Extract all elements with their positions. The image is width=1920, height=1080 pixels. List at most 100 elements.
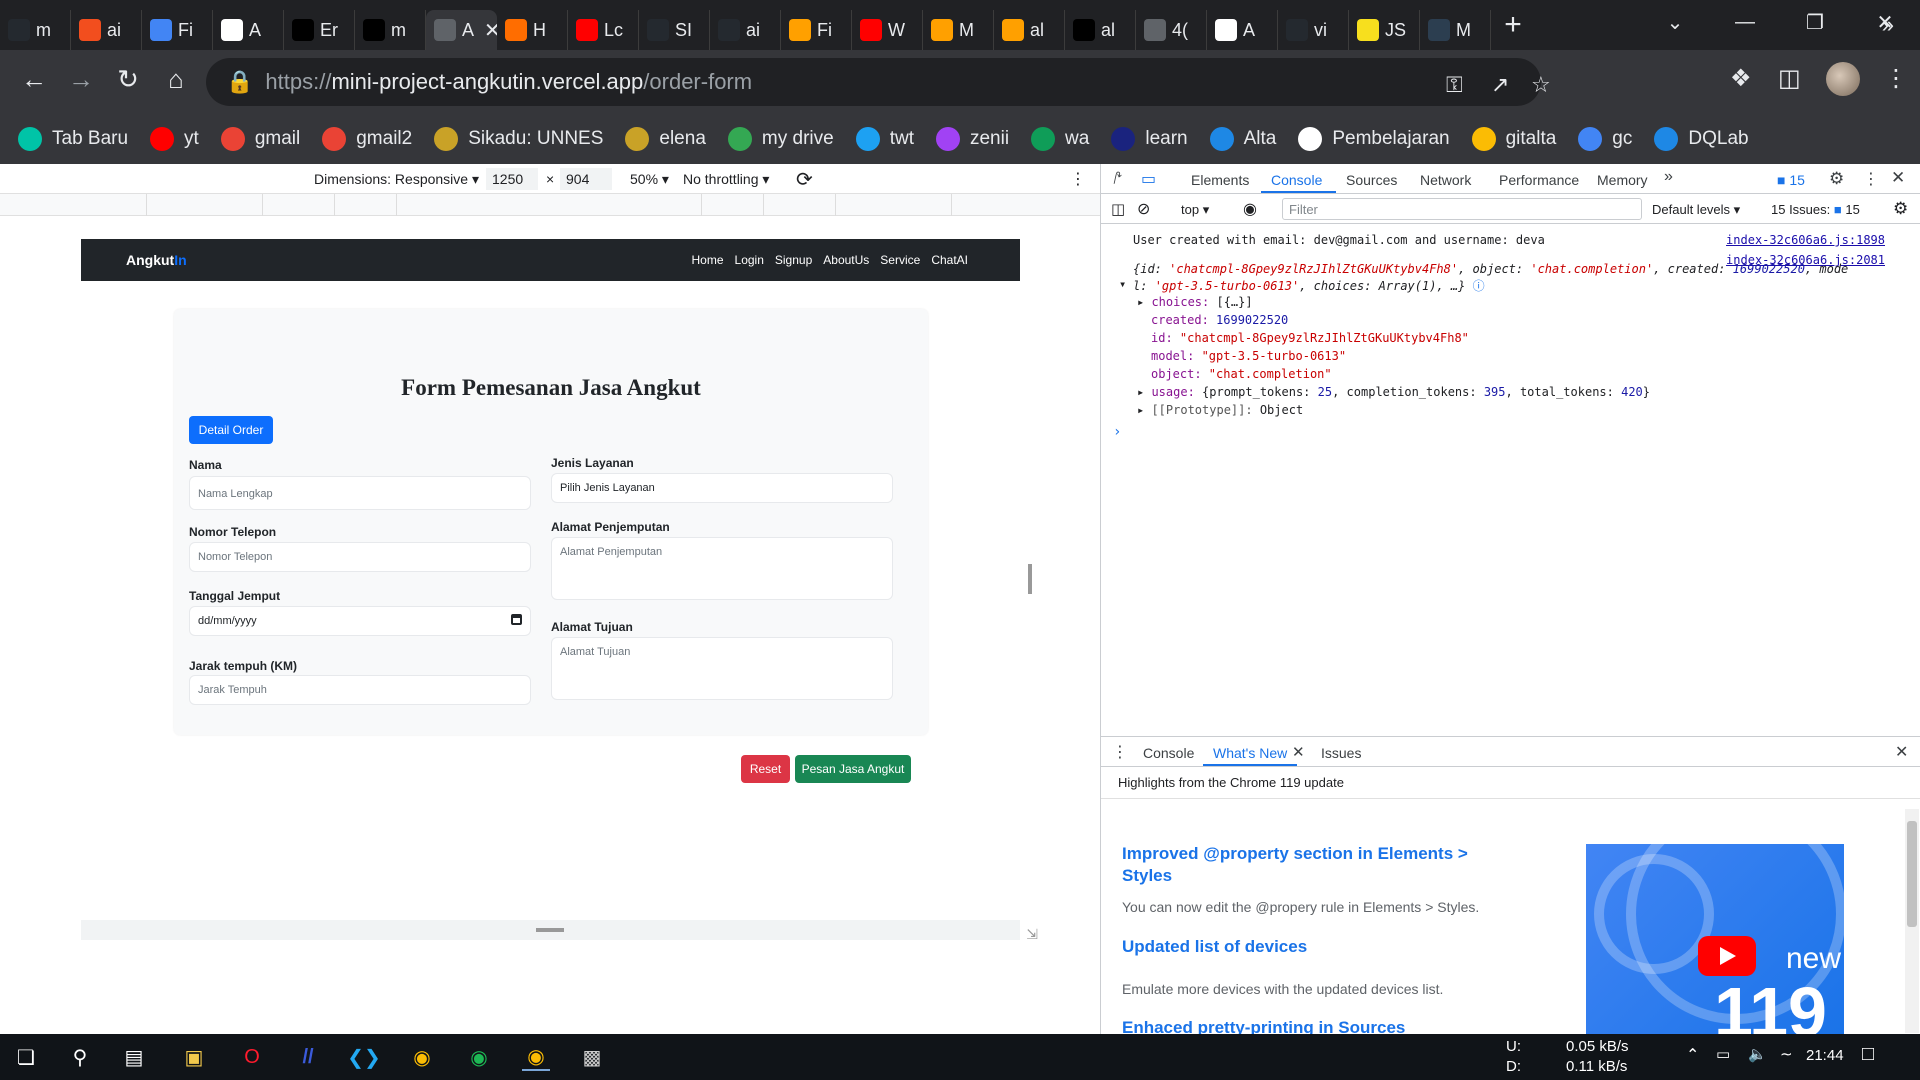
vertical-resize-handle[interactable]: [536, 928, 564, 932]
bookmark-item[interactable]: Pembelajaran: [1298, 127, 1450, 151]
browser-tab[interactable]: 4(: [1136, 10, 1207, 50]
log-levels-select[interactable]: Default levels ▾: [1652, 202, 1740, 218]
nav-link-signup[interactable]: Signup: [775, 253, 812, 267]
reset-button[interactable]: Reset: [741, 755, 790, 783]
zoom-select[interactable]: 50% ▾: [630, 171, 669, 188]
chrome-icon[interactable]: ◉: [408, 1043, 436, 1071]
tab-console[interactable]: Console: [1271, 172, 1322, 188]
avatar[interactable]: [1826, 62, 1860, 96]
browser-tab[interactable]: A: [213, 10, 284, 50]
browser-tab[interactable]: H: [497, 10, 568, 50]
ruler-segment[interactable]: [0, 194, 147, 216]
console-prompt-icon[interactable]: ›: [1113, 424, 1121, 440]
bookmark-item[interactable]: zenii: [935, 127, 1009, 151]
tab-performance[interactable]: Performance: [1499, 172, 1579, 188]
bookmark-item[interactable]: twt: [855, 127, 914, 151]
share-icon[interactable]: ↗: [1491, 72, 1509, 98]
chrome-icon[interactable]: ◉: [522, 1043, 550, 1071]
bookmark-item[interactable]: learn: [1111, 127, 1188, 151]
back-icon[interactable]: ←: [10, 64, 58, 95]
live-expression-eye-icon[interactable]: ◉: [1243, 199, 1257, 219]
drawer-tab-whats-new[interactable]: What's New: [1213, 745, 1287, 761]
bookmark-item[interactable]: gc: [1578, 127, 1632, 151]
tab-memory[interactable]: Memory: [1597, 172, 1648, 188]
clock[interactable]: 21:44: [1806, 1047, 1844, 1064]
extensions-icon[interactable]: ❖: [1730, 64, 1752, 93]
throttling-select[interactable]: No throttling ▾: [683, 171, 769, 188]
horizontal-resize-handle[interactable]: [1028, 564, 1032, 594]
taskview-icon[interactable]: ▤: [120, 1043, 148, 1071]
slash-icon[interactable]: //: [294, 1043, 322, 1071]
browser-tab[interactable]: A: [1207, 10, 1278, 50]
ruler-segment[interactable]: [764, 194, 836, 216]
drawer-close-icon[interactable]: ✕: [1895, 742, 1908, 762]
drawer-tab-close-icon[interactable]: ✕: [1292, 743, 1305, 761]
bookmark-item[interactable]: yt: [150, 127, 199, 151]
browser-tab[interactable]: Fi: [142, 10, 213, 50]
drawer-tab-console[interactable]: Console: [1143, 745, 1194, 761]
prop-prototype[interactable]: ▸ [[Prototype]]: Object: [1137, 403, 1303, 417]
expand-triangle-icon[interactable]: ▾: [1119, 277, 1126, 291]
tray-chevron-icon[interactable]: ⌃: [1686, 1045, 1699, 1065]
device-toggle-icon[interactable]: ▭: [1141, 169, 1156, 189]
device-more-icon[interactable]: ⋮: [1070, 169, 1086, 189]
ruler-segment[interactable]: [263, 194, 335, 216]
terminal-icon[interactable]: ▩: [578, 1043, 606, 1071]
nav-link-service[interactable]: Service: [880, 253, 920, 267]
browser-tab[interactable]: ai: [710, 10, 781, 50]
bookmark-item[interactable]: gitalta: [1471, 127, 1556, 151]
tab-network[interactable]: Network: [1420, 172, 1471, 188]
notification-icon[interactable]: □: [1862, 1043, 1874, 1066]
tujuan-textarea[interactable]: Alamat Tujuan: [551, 637, 893, 700]
new-tab-icon[interactable]: +: [1491, 8, 1535, 42]
clear-console-icon[interactable]: ⊘: [1137, 199, 1150, 219]
issues-badge[interactable]: ■ 15: [1777, 172, 1805, 188]
browser-tab[interactable]: m: [355, 10, 426, 50]
browser-tab[interactable]: Er: [284, 10, 355, 50]
tab-search-icon[interactable]: ⌄: [1640, 10, 1710, 35]
drawer-scrollbar[interactable]: [1905, 809, 1919, 1033]
nav-link-aboutus[interactable]: AboutUs: [823, 253, 869, 267]
devtools-menu-icon[interactable]: ⋮: [1863, 169, 1879, 189]
bookmark-item[interactable]: elena: [625, 127, 706, 151]
bookmark-item[interactable]: wa: [1031, 127, 1089, 151]
browser-tab[interactable]: Lc: [568, 10, 639, 50]
browser-tab[interactable]: M: [1420, 10, 1491, 50]
bookmark-star-icon[interactable]: ☆: [1531, 72, 1551, 98]
console-settings-gear-icon[interactable]: ⚙: [1893, 199, 1908, 219]
windows-icon[interactable]: ❏: [12, 1043, 40, 1071]
browser-tab[interactable]: W: [852, 10, 923, 50]
wifi-icon[interactable]: ∼: [1780, 1045, 1793, 1063]
layanan-select[interactable]: Pilih Jenis Layanan: [551, 473, 893, 503]
nav-link-chatai[interactable]: ChatAI: [931, 253, 968, 267]
search-icon[interactable]: ⚲: [66, 1043, 94, 1071]
source-link[interactable]: index-32c606a6.js:1898: [1726, 233, 1885, 247]
telepon-input[interactable]: Nomor Telepon: [189, 542, 531, 572]
opera-icon[interactable]: O: [238, 1043, 266, 1071]
more-tabs-icon[interactable]: »: [1664, 168, 1673, 186]
bookmark-item[interactable]: Alta: [1209, 127, 1276, 151]
whats-new-item-title[interactable]: Improved @property section in Elements >…: [1122, 843, 1522, 887]
restore-button[interactable]: ❐: [1780, 10, 1850, 35]
nama-input[interactable]: Nama Lengkap: [189, 476, 531, 510]
context-select[interactable]: top ▾: [1181, 202, 1209, 218]
calendar-icon[interactable]: [511, 614, 522, 625]
site-brand[interactable]: AngkutIn: [126, 252, 187, 268]
height-input[interactable]: 904: [560, 168, 612, 190]
info-icon[interactable]: ⓘ: [1473, 279, 1485, 293]
ruler-segment[interactable]: [335, 194, 397, 216]
detail-order-button[interactable]: Detail Order: [189, 416, 273, 444]
bookmark-item[interactable]: my drive: [727, 127, 834, 151]
browser-tab[interactable]: JS: [1349, 10, 1420, 50]
penjemputan-textarea[interactable]: Alamat Penjemputan: [551, 537, 893, 600]
width-input[interactable]: 1250: [486, 168, 538, 190]
bookmark-item[interactable]: Tab Baru: [18, 127, 128, 151]
reload-icon[interactable]: ↻: [104, 64, 152, 95]
whats-new-item-title[interactable]: Enhaced pretty-printing in Sources: [1122, 1017, 1405, 1035]
tab-sources[interactable]: Sources: [1346, 172, 1397, 188]
inspect-icon[interactable]: ⭚: [1113, 169, 1122, 189]
drawer-menu-icon[interactable]: ⋮: [1112, 742, 1128, 762]
devtools-close-icon[interactable]: ✕: [1891, 168, 1905, 188]
spotify-icon[interactable]: ◉: [465, 1043, 493, 1071]
ruler-segment[interactable]: [836, 194, 952, 216]
